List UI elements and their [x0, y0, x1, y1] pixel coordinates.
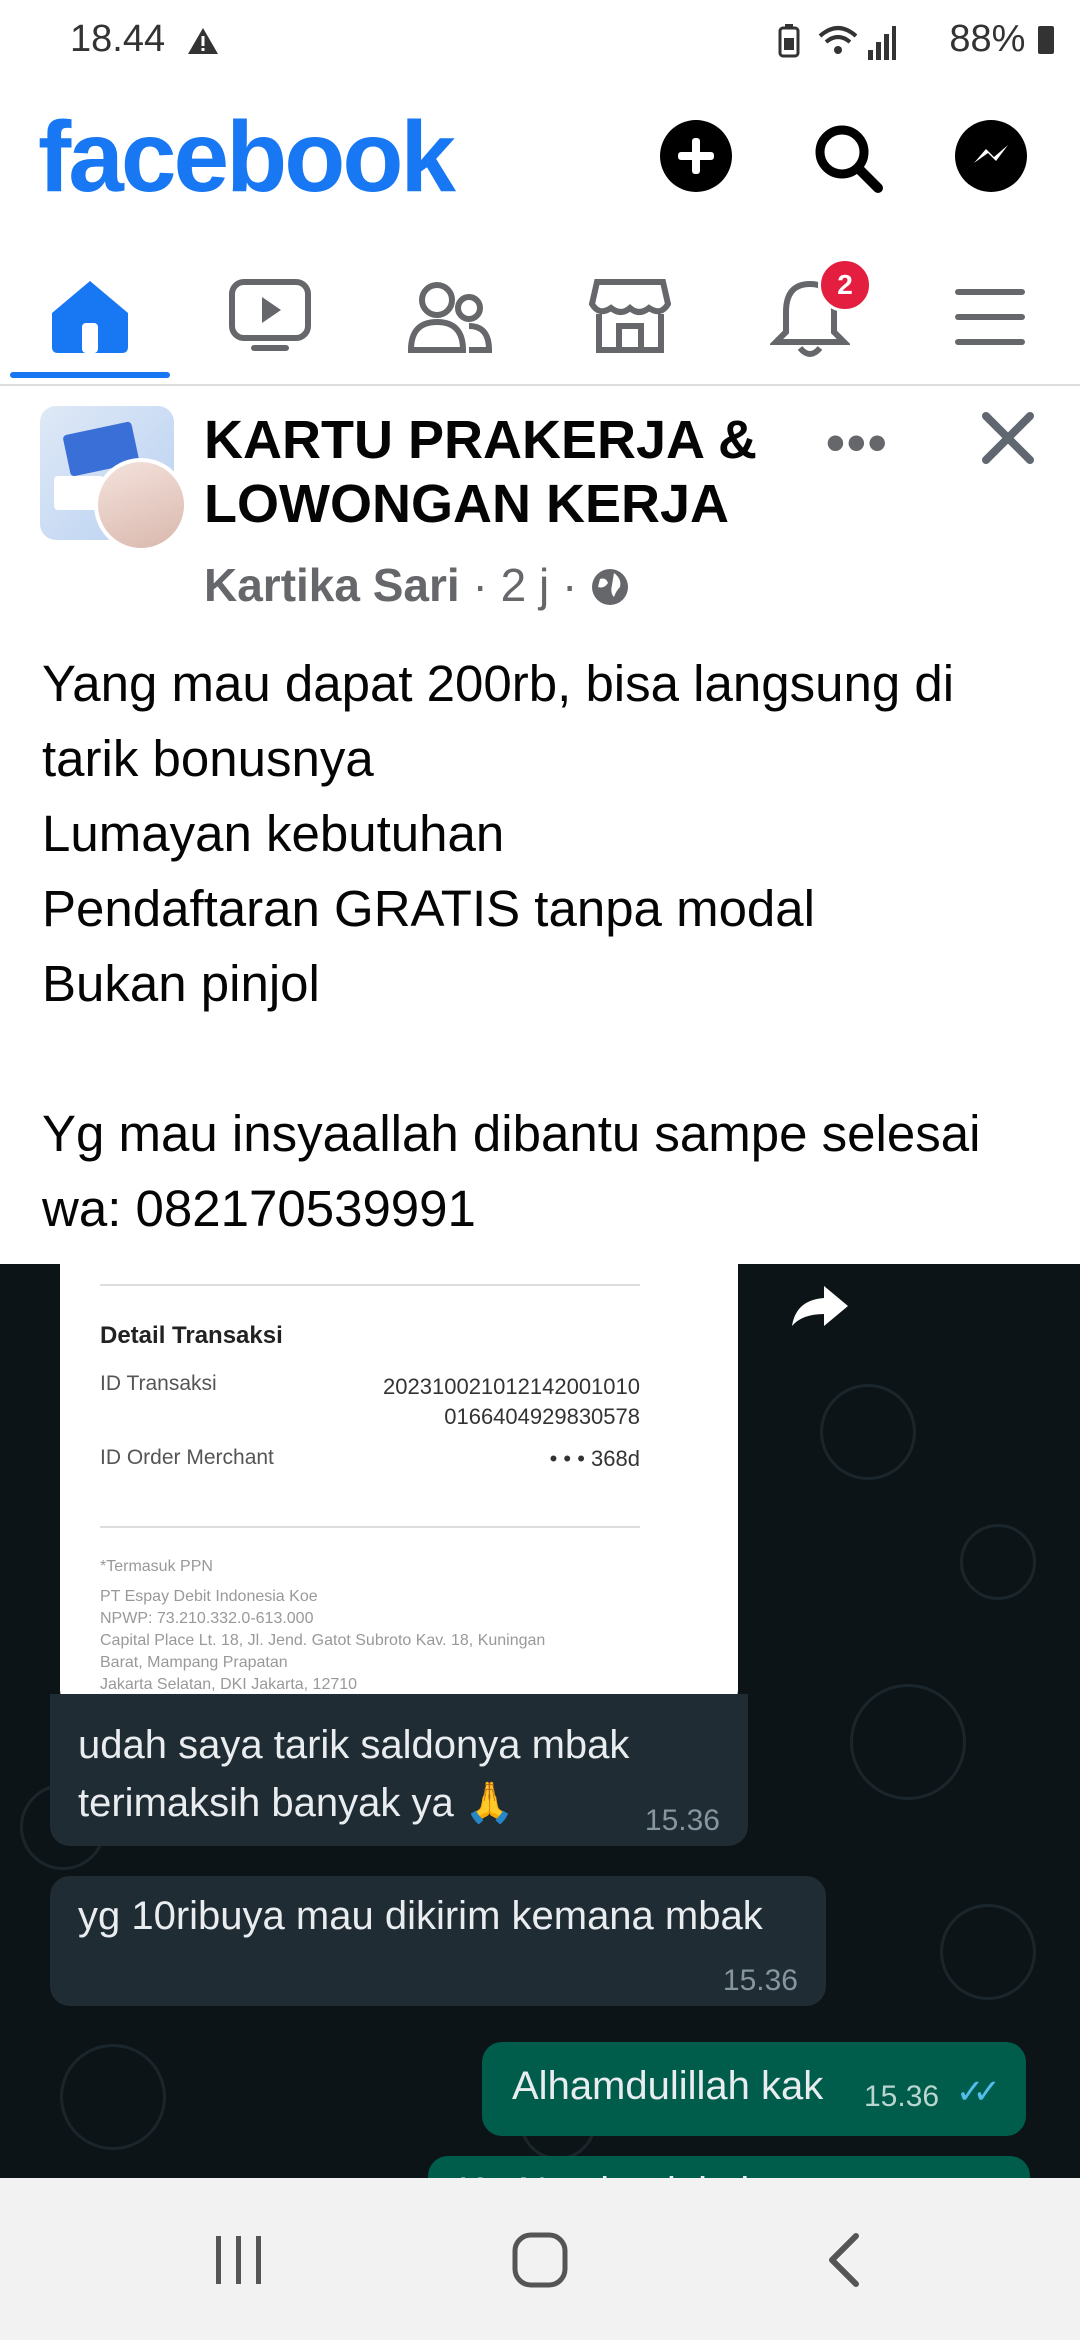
wifi-signal-icon — [818, 26, 896, 60]
globe-icon — [592, 569, 629, 605]
warning-icon — [188, 28, 218, 54]
status-time: 18.44 — [70, 18, 166, 60]
recent-apps-icon — [216, 2236, 261, 2284]
receipt-id-label: ID Transaksi — [100, 1372, 217, 1395]
message-text: yg 10ribuya mau dikirim kemana mbak — [78, 1894, 763, 1938]
active-tab-indicator — [10, 372, 170, 378]
battery-saver-icon — [778, 24, 800, 58]
receipt-order-label: ID Order Merchant — [100, 1446, 274, 1469]
receipt-id-value: 202310021012142001010 0166404929830578 — [383, 1374, 640, 1429]
friends-icon — [407, 282, 493, 353]
battery-level: 88% — [949, 18, 1054, 61]
home-icon — [52, 281, 128, 353]
status-bar: 18.44 88% — [0, 0, 1080, 84]
tab-marketplace[interactable] — [540, 250, 720, 384]
author-name[interactable]: Kartika Sari — [204, 559, 460, 611]
close-post-button[interactable] — [980, 398, 1036, 483]
messenger-button[interactable] — [955, 120, 1027, 192]
create-button[interactable] — [660, 120, 732, 192]
facebook-logo[interactable]: facebook — [38, 100, 456, 215]
receipt-title: Detail Transaksi — [100, 1322, 283, 1349]
message-bubble-received: udah saya tarik saldonya mbak terimaksih… — [50, 1694, 748, 1846]
message-bubble-received: yg 10ribuya mau dikirim kemana mbak 15.3… — [50, 1876, 826, 2006]
receipt-content: Detail Transaksi ID Transaksi 2023100210… — [100, 1264, 700, 1708]
tab-menu[interactable] — [900, 250, 1080, 384]
receipt-order-value: • • • 368d — [549, 1446, 640, 1471]
message-time: 15.36 — [644, 1804, 720, 1837]
message-time: 15.36 — [864, 2080, 940, 2113]
search-icon — [815, 125, 883, 193]
menu-icon — [955, 289, 1025, 345]
home-circle-icon — [512, 2232, 568, 2288]
notification-badge: 2 — [818, 258, 872, 312]
tab-home[interactable] — [0, 250, 180, 384]
read-receipt-icon: ✓✓ — [956, 2073, 1001, 2111]
message-text: Ke Nos bank kak — [458, 2170, 760, 2178]
tab-friends[interactable] — [360, 250, 540, 384]
back-button[interactable] — [816, 2230, 876, 2290]
user-avatar[interactable] — [94, 458, 188, 552]
back-icon — [829, 2233, 859, 2287]
marketplace-icon — [589, 279, 671, 353]
search-button[interactable] — [808, 118, 888, 198]
forward-icon — [792, 1286, 848, 1326]
tab-notifications[interactable]: 2 — [720, 250, 900, 384]
message-text: Alhamdulillah kak — [512, 2064, 824, 2108]
system-navigation-bar — [0, 2178, 1080, 2340]
post-text: Yang mau dapat 200rb, bisa langsung di t… — [42, 655, 981, 1237]
post-meta: Kartika Sari · 2 j · — [204, 558, 630, 612]
receipt-image: Detail Transaksi ID Transaksi 2023100210… — [60, 1264, 738, 1708]
receipt-footer: *Termasuk PPN PT Espay Debit Indonesia K… — [100, 1558, 546, 1693]
message-bubble-sent: Ke Nos bank kak — [428, 2156, 1030, 2178]
video-icon — [229, 279, 311, 351]
recent-apps-button[interactable] — [210, 2232, 266, 2288]
message-text: udah saya tarik saldonya mbak terimaksih… — [78, 1723, 630, 1825]
messenger-icon — [974, 145, 1008, 163]
message-bubble-sent: Alhamdulillah kak 15.36 ✓✓ — [482, 2042, 1026, 2136]
plus-icon — [678, 138, 714, 174]
battery-icon — [1038, 26, 1054, 54]
post-image[interactable]: Detail Transaksi ID Transaksi 2023100210… — [0, 1264, 1080, 2178]
group-name[interactable]: KARTU PRAKERJA & LOWONGAN KERJA — [204, 408, 804, 536]
home-button[interactable] — [510, 2230, 570, 2290]
post-time[interactable]: 2 j — [501, 559, 550, 611]
message-time: 15.36 — [722, 1964, 798, 1997]
close-icon — [982, 412, 1034, 464]
main-navigation: 2 — [0, 250, 1080, 386]
more-options-button[interactable]: ••• — [826, 412, 889, 474]
tab-video[interactable] — [180, 250, 360, 384]
